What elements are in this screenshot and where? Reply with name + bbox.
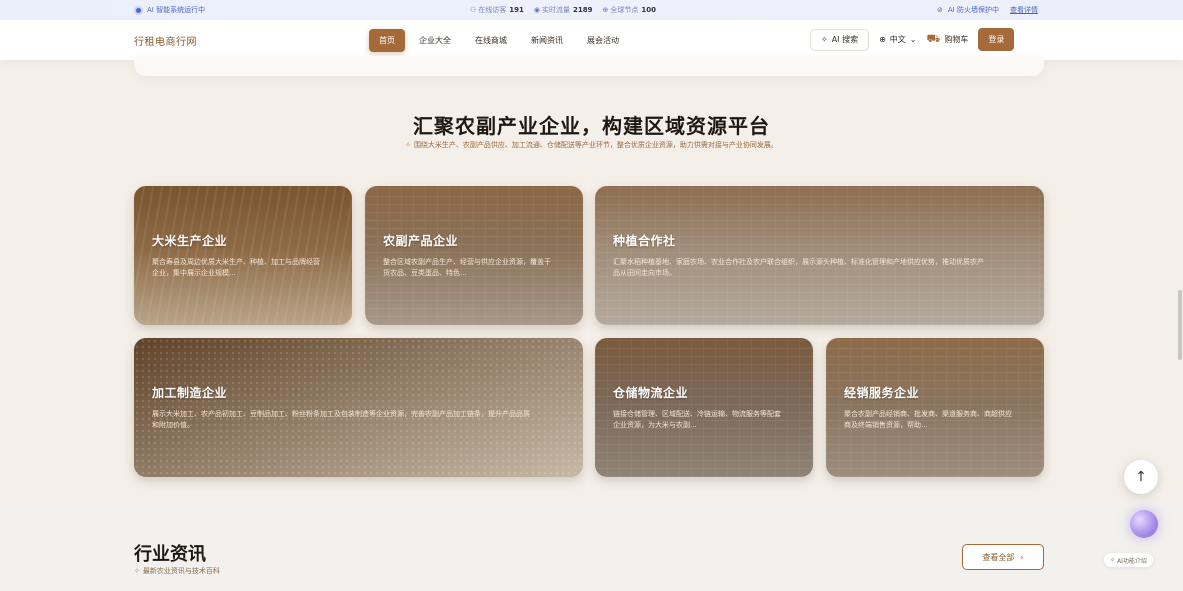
- cart-button[interactable]: ⛟ 购物车: [926, 32, 968, 47]
- site-logo[interactable]: 行租电商行网: [134, 33, 197, 48]
- cart-icon: ⛟: [926, 32, 941, 45]
- card-description: 聚合农副产品经销商、批发商、渠道服务商、商超供应商及终端销售资源，帮助...: [844, 410, 1012, 429]
- ai-status-text: AI 智能系统运行中: [147, 6, 206, 14]
- online-visitors: ⚇ 在线访客 191: [470, 6, 524, 14]
- card-rice-producers[interactable]: 大米生产企业 聚合寿县及周边优质大米生产、种植、加工与品牌经营企业，集中展示企业…: [134, 186, 352, 325]
- users-icon: ⚇: [470, 6, 477, 14]
- ai-status: AI 智能系统运行中: [136, 5, 205, 15]
- card-description: 汇聚水稻种植基地、家庭农场、农业合作社及农户联合组织，展示源头种植、标准化管理和…: [613, 258, 984, 277]
- news-subtitle: ✧ 最新农业资讯与技术百科: [134, 567, 220, 575]
- section-title: 汇聚农副产业企业，构建区域资源平台: [413, 114, 770, 138]
- globe-icon: ⊕: [602, 6, 609, 14]
- firewall-text: AI 防火墙保护中: [947, 6, 999, 14]
- header-actions: ✧ AI 搜索 ⊕ 中文 ⌄ ⛟ 购物车 登录: [810, 28, 1015, 51]
- shield-check-icon: ⊘: [937, 6, 943, 14]
- card-description: 展示大米加工、农产品初加工、豆制品加工、粉丝粉条加工及包装制造等企业资源，完善农…: [152, 410, 530, 429]
- globe-icon: ⊕: [879, 35, 886, 44]
- card-title: 种植合作社: [613, 234, 676, 248]
- previous-section-card: [134, 56, 1044, 76]
- language-selector[interactable]: ⊕ 中文 ⌄: [879, 34, 916, 45]
- nav-mall[interactable]: 在线商城: [465, 29, 517, 52]
- sparkle-icon: ✧: [134, 567, 140, 575]
- card-description: 链接仓储管理、区域配送、冷链运输、物流服务等配套企业资源，为大米与农副...: [613, 410, 781, 429]
- main-header: 行租电商行网 首页 企业大全 在线商城 新闻资讯 展会活动 ✧ AI 搜索 ⊕ …: [0, 20, 1183, 60]
- ai-assistant-orb[interactable]: [1130, 510, 1158, 538]
- view-details-link[interactable]: 查看详情: [1010, 5, 1038, 15]
- card-description: 整合区域农副产品生产、经营与供应企业资源，覆盖干货农品、豆类蛋品、特色...: [383, 258, 551, 277]
- card-title: 大米生产企业: [152, 234, 228, 248]
- industry-news-section: 行业资讯 ✧ 最新农业资讯与技术百科 查看全部 ›: [0, 502, 1183, 591]
- nav-enterprises[interactable]: 企业大全: [409, 29, 461, 52]
- news-title: 行业资讯: [134, 544, 206, 565]
- firewall-status: ⊘ AI 防火墙保护中 查看详情: [937, 5, 1038, 15]
- scrollbar-thumb[interactable]: [1178, 290, 1182, 360]
- main-nav: 首页 企业大全 在线商城 新闻资讯 展会活动: [369, 29, 629, 52]
- card-title: 仓储物流企业: [613, 386, 689, 400]
- chevron-right-icon: ›: [1020, 552, 1024, 562]
- eye-icon: ◉: [533, 6, 541, 14]
- ai-intro-badge[interactable]: ✧ AI功能介绍: [1104, 553, 1153, 567]
- arrow-up-icon: ↑: [1135, 469, 1147, 485]
- card-title: 农副产品企业: [383, 234, 459, 248]
- card-description: 聚合寿县及周边优质大米生产、种植、加工与品牌经营企业，集中展示企业规模...: [152, 258, 320, 277]
- card-title: 经销服务企业: [844, 386, 920, 400]
- card-processing-manufacturing[interactable]: 加工制造企业 展示大米加工、农产品初加工、豆制品加工、粉丝粉条加工及包装制造等企…: [134, 338, 583, 477]
- back-to-top-button[interactable]: ↑: [1124, 460, 1158, 494]
- nav-news[interactable]: 新闻资讯: [521, 29, 573, 52]
- live-stats: ⚇ 在线访客 191 ◉ 实时流量 2189 ⊕ 全球节点 100: [470, 5, 656, 15]
- view-all-button[interactable]: 查看全部 ›: [962, 544, 1044, 570]
- card-cooperatives[interactable]: 种植合作社 汇聚水稻种植基地、家庭农场、农业合作社及农户联合组织，展示源头种植、…: [595, 186, 1044, 325]
- card-title: 加工制造企业: [152, 386, 228, 400]
- card-warehousing-logistics[interactable]: 仓储物流企业 链接仓储管理、区域配送、冷链运输、物流服务等配套企业资源，为大米与…: [595, 338, 813, 477]
- sparkle-icon: ✧: [405, 141, 411, 149]
- chevron-down-icon: ⌄: [909, 35, 917, 44]
- realtime-traffic: ◉ 实时流量 2189: [533, 6, 593, 14]
- section-subtitle: ✧ 围绕大米生产、农副产品供应、加工流通、仓储配送等产业环节，整合优质企业资源，助…: [405, 141, 778, 149]
- login-button[interactable]: 登录: [978, 28, 1015, 51]
- card-agri-products[interactable]: 农副产品企业 整合区域农副产品生产、经营与供应企业资源，覆盖干货农品、豆类蛋品、…: [365, 186, 583, 325]
- nav-home[interactable]: 首页: [369, 29, 405, 52]
- ai-search-button[interactable]: ✧ AI 搜索: [810, 28, 870, 51]
- status-dot-icon: [136, 7, 141, 13]
- system-status-bar: AI 智能系统运行中 ⚇ 在线访客 191 ◉ 实时流量 2189 ⊕ 全球节点 100 ⊘…: [0, 0, 1183, 20]
- sparkle-icon: ✧: [821, 35, 828, 44]
- nav-exhibitions[interactable]: 展会活动: [577, 29, 629, 52]
- page-scrollbar[interactable]: [1177, 20, 1183, 591]
- global-nodes: ⊕ 全球节点 100: [602, 6, 657, 14]
- card-distribution-services[interactable]: 经销服务企业 聚合农副产品经销商、批发商、渠道服务商、商超供应商及终端销售资源，…: [826, 338, 1044, 477]
- sparkle-icon: ✧: [1110, 556, 1116, 564]
